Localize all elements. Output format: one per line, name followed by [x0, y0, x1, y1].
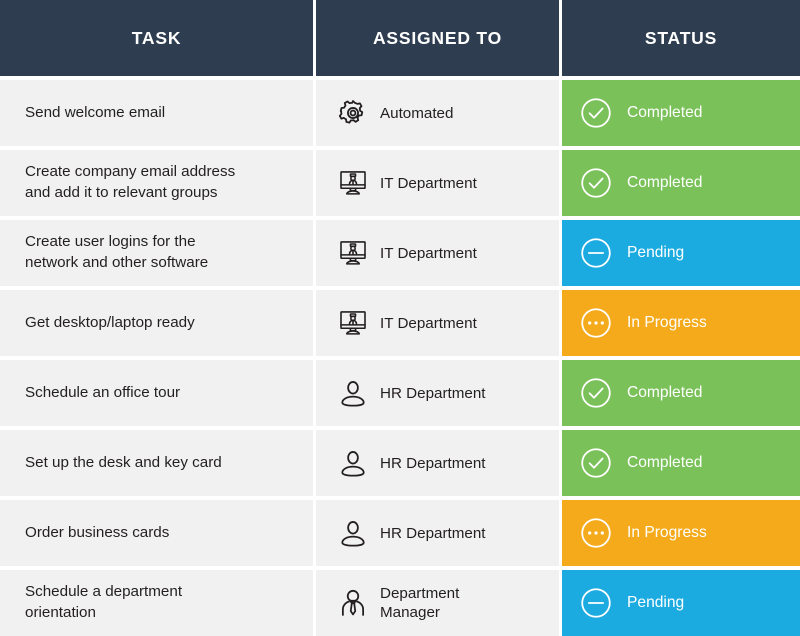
monitor-user-icon — [330, 238, 376, 268]
status-badge: Completed — [562, 80, 800, 146]
task-line-1: Schedule an office tour — [25, 383, 181, 401]
task-cell: Get desktop/laptop ready — [0, 290, 313, 356]
table-row: Get desktop/laptop ready IT Department I… — [0, 290, 800, 356]
table-body: Send welcome email Automated Completed Cr… — [0, 80, 800, 636]
task-line-1: Create company email address — [25, 163, 236, 181]
column-header-status: STATUS — [562, 0, 800, 76]
task-line-2: and add it to relevant groups — [25, 184, 218, 201]
assigned-to-line-2: Manager — [380, 604, 440, 621]
table-row: Order business cards HR Department In Pr… — [0, 500, 800, 566]
assigned-to-label: Automated — [376, 104, 453, 123]
assigned-to-line-1: Department — [380, 585, 460, 602]
person-icon — [330, 378, 376, 408]
status-badge: Pending — [562, 220, 800, 286]
task-text: Order business cards — [25, 523, 169, 544]
task-text: Set up the desk and key card — [25, 453, 222, 474]
assigned-to-cell: Automated — [316, 80, 559, 146]
table-row: Send welcome email Automated Completed — [0, 80, 800, 146]
assigned-to-line-1: IT Department — [380, 244, 477, 262]
task-cell: Send welcome email — [0, 80, 313, 146]
onboarding-task-table: TASK ASSIGNED TO STATUS Send welcome ema… — [0, 0, 800, 636]
table-row: Schedule a department orientation Departm… — [0, 570, 800, 636]
status-label: Completed — [627, 454, 703, 471]
check-circle-icon — [579, 446, 619, 480]
status-label: Completed — [627, 104, 703, 121]
task-line-2: network and other software — [25, 254, 209, 271]
assigned-to-line-1: HR Department — [380, 384, 486, 402]
status-label: Pending — [627, 594, 685, 611]
task-text: Create company email address and add it t… — [25, 162, 235, 203]
status-label: Completed — [627, 384, 703, 401]
assigned-to-line-1: HR Department — [380, 454, 486, 472]
task-line-1: Get desktop/laptop ready — [25, 313, 195, 331]
assigned-to-line-1: HR Department — [380, 524, 486, 542]
status-label: Pending — [627, 244, 685, 261]
task-line-1: Schedule a department — [25, 583, 183, 601]
assigned-to-cell: IT Department — [316, 220, 559, 286]
task-text: Send welcome email — [25, 103, 165, 124]
assigned-to-label: HR Department — [376, 384, 486, 403]
task-line-1: Order business cards — [25, 523, 170, 541]
assigned-to-label: HR Department — [376, 524, 486, 543]
task-cell: Schedule a department orientation — [0, 570, 313, 636]
table-row: Create company email address and add it t… — [0, 150, 800, 216]
column-header-assigned-to: ASSIGNED TO — [316, 0, 559, 76]
task-line-2: orientation — [25, 604, 96, 621]
assigned-to-label: IT Department — [376, 244, 477, 263]
gear-icon — [330, 98, 376, 128]
task-cell: Schedule an office tour — [0, 360, 313, 426]
assigned-to-cell: IT Department — [316, 290, 559, 356]
assigned-to-cell: HR Department — [316, 360, 559, 426]
assigned-to-label: IT Department — [376, 174, 477, 193]
minus-circle-icon — [579, 236, 619, 270]
status-badge: In Progress — [562, 500, 800, 566]
table-row: Create user logins for the network and ot… — [0, 220, 800, 286]
task-line-1: Set up the desk and key card — [25, 453, 222, 471]
task-text: Schedule an office tour — [25, 383, 180, 404]
task-cell: Create company email address and add it t… — [0, 150, 313, 216]
assigned-to-line-1: Automated — [380, 104, 454, 122]
monitor-user-icon — [330, 168, 376, 198]
table-row: Set up the desk and key card HR Departme… — [0, 430, 800, 496]
assigned-to-cell: Department Manager — [316, 570, 559, 636]
task-cell: Order business cards — [0, 500, 313, 566]
status-badge: Completed — [562, 430, 800, 496]
minus-circle-icon — [579, 586, 619, 620]
status-badge: Completed — [562, 360, 800, 426]
assigned-to-cell: HR Department — [316, 500, 559, 566]
task-line-1: Create user logins for the — [25, 233, 196, 251]
column-header-task: TASK — [0, 0, 313, 76]
check-circle-icon — [579, 96, 619, 130]
manager-icon — [330, 588, 376, 618]
check-circle-icon — [579, 376, 619, 410]
assigned-to-cell: IT Department — [316, 150, 559, 216]
status-label: Completed — [627, 174, 703, 191]
task-cell: Create user logins for the network and ot… — [0, 220, 313, 286]
status-badge: In Progress — [562, 290, 800, 356]
assigned-to-label: IT Department — [376, 314, 477, 333]
status-badge: Completed — [562, 150, 800, 216]
table-row: Schedule an office tour HR Department Co… — [0, 360, 800, 426]
person-icon — [330, 448, 376, 478]
task-text: Create user logins for the network and ot… — [25, 232, 208, 273]
task-text: Get desktop/laptop ready — [25, 313, 195, 334]
assigned-to-label: Department Manager — [376, 584, 459, 622]
table-header-row: TASK ASSIGNED TO STATUS — [0, 0, 800, 76]
task-line-1: Send welcome email — [25, 103, 166, 121]
monitor-user-icon — [330, 308, 376, 338]
assigned-to-line-1: IT Department — [380, 314, 477, 332]
status-badge: Pending — [562, 570, 800, 636]
status-label: In Progress — [627, 314, 707, 331]
assigned-to-label: HR Department — [376, 454, 486, 473]
task-text: Schedule a department orientation — [25, 582, 182, 623]
dots-circle-icon — [579, 516, 619, 550]
task-cell: Set up the desk and key card — [0, 430, 313, 496]
person-icon — [330, 518, 376, 548]
check-circle-icon — [579, 166, 619, 200]
status-label: In Progress — [627, 524, 707, 541]
assigned-to-line-1: IT Department — [380, 174, 477, 192]
dots-circle-icon — [579, 306, 619, 340]
assigned-to-cell: HR Department — [316, 430, 559, 496]
